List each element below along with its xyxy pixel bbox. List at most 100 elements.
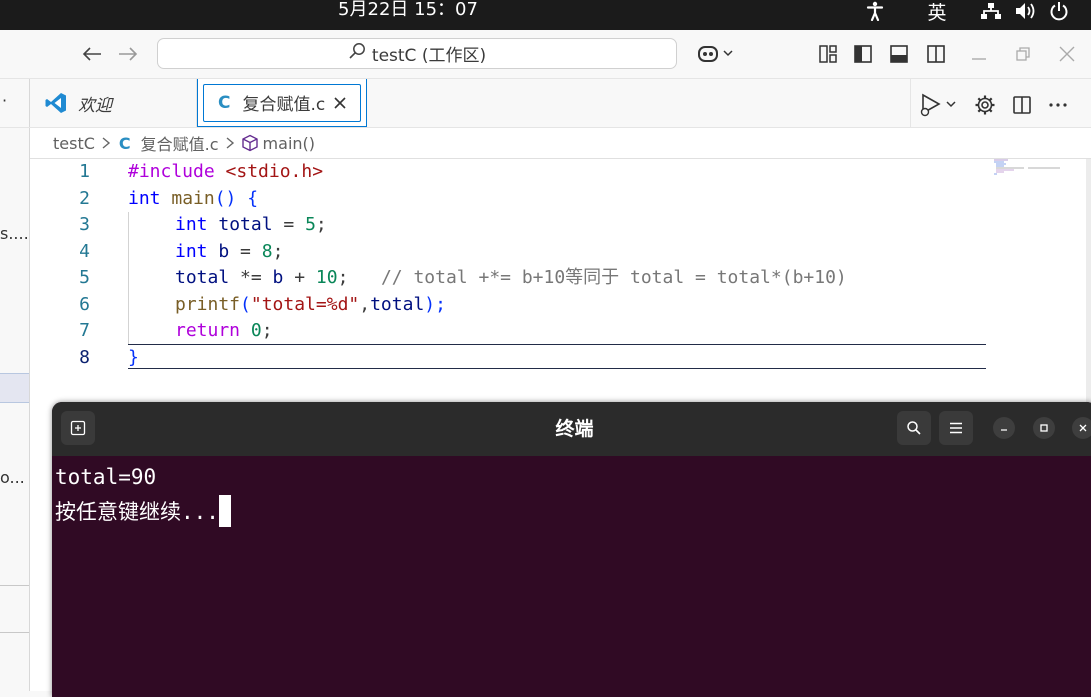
toggle-sidebar-icon[interactable] bbox=[850, 41, 876, 67]
explorer-item-fragment[interactable]: s.... bbox=[0, 224, 29, 243]
line-number: 6 bbox=[79, 293, 90, 315]
restore-icon[interactable] bbox=[1010, 41, 1036, 67]
back-arrow-icon[interactable] bbox=[76, 38, 108, 70]
tab-welcome[interactable]: 欢迎 bbox=[30, 79, 197, 127]
toggle-secondary-sidebar-icon[interactable] bbox=[923, 41, 949, 67]
explorer-sidebar-edge: s.... o... bbox=[0, 128, 30, 691]
code-token: total bbox=[370, 293, 425, 315]
code-token: 5 bbox=[305, 214, 316, 235]
terminal-window[interactable]: 终端 total=90 按任意键继续... bbox=[52, 402, 1091, 697]
code-token: total bbox=[207, 214, 273, 235]
toggle-panel-icon[interactable] bbox=[886, 41, 912, 67]
breadcrumb-symbol[interactable]: main() bbox=[263, 134, 315, 153]
code-token: = bbox=[272, 214, 306, 235]
command-center-search[interactable]: testC (工作区) bbox=[157, 38, 677, 69]
code-token: ; bbox=[272, 240, 284, 262]
code-token: *= bbox=[229, 267, 273, 288]
code-token: ; bbox=[261, 320, 273, 341]
terminal-header-bar: 终端 bbox=[52, 402, 1091, 456]
line-number-current: 8 bbox=[79, 346, 90, 368]
code-line: printf("total=%d",total); bbox=[175, 292, 446, 319]
forward-arrow-icon[interactable] bbox=[112, 38, 144, 70]
line-number: 2 bbox=[79, 187, 90, 209]
code-token: int bbox=[128, 187, 161, 209]
terminal-output[interactable]: total=90 按任意键继续... bbox=[52, 456, 1091, 697]
code-token: return bbox=[175, 320, 241, 341]
code-token: b bbox=[272, 267, 284, 288]
more-actions-icon[interactable] bbox=[1043, 90, 1073, 120]
power-icon[interactable] bbox=[1046, 0, 1072, 22]
code-token: ; bbox=[315, 214, 327, 235]
system-top-bar: 5月22日 15：07 英 bbox=[0, 0, 1091, 30]
layout-customize-icon[interactable] bbox=[815, 41, 841, 67]
breadcrumb: testC C 复合赋值.c main() bbox=[30, 128, 1091, 159]
code-token: <stdio.h> bbox=[214, 161, 324, 182]
close-icon[interactable] bbox=[1054, 41, 1080, 67]
code-token: printf bbox=[175, 293, 241, 315]
code-token: 0 bbox=[240, 320, 262, 341]
terminal-line: total=90 bbox=[55, 465, 157, 489]
maximize-icon[interactable] bbox=[1033, 417, 1055, 439]
current-line-highlight bbox=[128, 344, 986, 369]
breadcrumb-folder[interactable]: testC bbox=[53, 134, 95, 153]
copilot-icon[interactable] bbox=[694, 41, 738, 67]
line-number: 3 bbox=[79, 214, 90, 235]
divider bbox=[910, 79, 911, 127]
code-token: } bbox=[128, 346, 139, 368]
explorer-selected-item[interactable] bbox=[0, 373, 29, 403]
tab-label: 欢迎 bbox=[78, 95, 112, 116]
network-icon[interactable] bbox=[978, 0, 1004, 22]
explorer-item-fragment[interactable]: o... bbox=[0, 468, 25, 487]
command-center-label: testC (工作区) bbox=[371, 46, 487, 66]
search-icon bbox=[348, 42, 366, 65]
minimize-icon[interactable] bbox=[966, 41, 992, 67]
sidebar-header-strip: · bbox=[0, 79, 30, 127]
hamburger-menu-icon[interactable] bbox=[939, 411, 973, 445]
code-token: total bbox=[175, 267, 230, 288]
code-line: } bbox=[128, 345, 139, 372]
terminal-title: 终端 bbox=[555, 418, 594, 440]
accessibility-icon[interactable] bbox=[862, 0, 888, 22]
minimap[interactable] bbox=[994, 159, 1066, 179]
code-line: total *= b + 10; // total +*= b+10等同于 to… bbox=[175, 265, 847, 292]
editor-scrollbar[interactable] bbox=[1086, 159, 1091, 402]
code-token: int bbox=[175, 214, 208, 235]
sidebar-more-fragment[interactable]: · bbox=[2, 91, 7, 110]
code-token: int bbox=[175, 240, 208, 262]
code-token: ( bbox=[240, 293, 251, 315]
search-icon[interactable] bbox=[897, 411, 931, 445]
indent-guide bbox=[128, 212, 129, 344]
c-file-icon: C bbox=[118, 133, 131, 153]
minimize-icon[interactable] bbox=[993, 417, 1015, 439]
code-token: ; bbox=[337, 267, 349, 288]
code-token: b bbox=[207, 240, 230, 262]
code-token: main bbox=[160, 187, 215, 209]
code-token: "total=%d" bbox=[250, 293, 360, 315]
volume-icon[interactable] bbox=[1014, 0, 1038, 22]
code-line: int total = 5; bbox=[175, 212, 327, 239]
breadcrumb-file[interactable]: 复合赋值.c bbox=[141, 131, 219, 155]
tab-focus-outline bbox=[203, 84, 361, 122]
code-line: return 0; bbox=[175, 318, 273, 345]
chevron-right-icon bbox=[101, 136, 111, 150]
code-token: () { bbox=[214, 187, 259, 209]
code-token: = bbox=[229, 240, 262, 262]
close-icon[interactable] bbox=[1072, 417, 1091, 439]
code-token: , bbox=[359, 293, 371, 315]
code-token: + bbox=[283, 267, 316, 288]
clock[interactable]: 5月22日 15：07 bbox=[0, 0, 816, 20]
chevron-right-icon bbox=[225, 136, 235, 150]
terminal-prompt-text: 按任意键继续... bbox=[55, 500, 219, 524]
title-bar: testC (工作区) bbox=[0, 30, 1091, 79]
code-token: 8 bbox=[261, 240, 273, 262]
run-debug-icon[interactable] bbox=[916, 90, 962, 120]
code-comment: // total +*= b+10等同于 total = total*(b+10… bbox=[348, 267, 847, 288]
code-token: ); bbox=[424, 293, 446, 315]
gear-icon[interactable] bbox=[970, 90, 1000, 120]
line-number: 4 bbox=[79, 240, 90, 262]
terminal-line: 按任意键继续... bbox=[55, 494, 231, 530]
vscode-logo-icon bbox=[44, 91, 68, 115]
code-token: #include bbox=[128, 161, 215, 182]
split-editor-icon[interactable] bbox=[1007, 90, 1037, 120]
input-method-indicator[interactable]: 英 bbox=[922, 0, 952, 24]
